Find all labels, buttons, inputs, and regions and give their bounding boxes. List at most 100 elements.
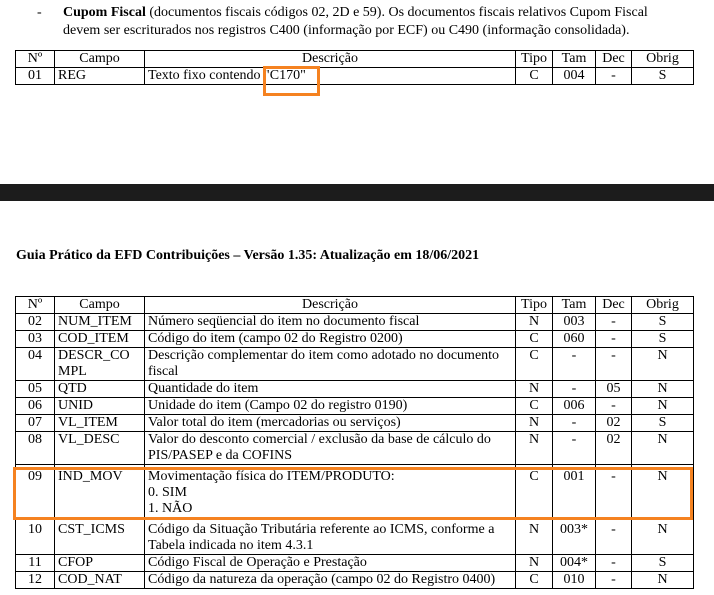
cell-tipo: N (515, 313, 553, 331)
header-dec: Dec (595, 296, 632, 314)
cell-tam: 001 (552, 464, 596, 518)
intro-line-1-text: (documentos fiscais códigos 02, 2D e 59)… (145, 5, 648, 20)
cell-dec: - (595, 571, 632, 589)
cell-tipo: N (515, 517, 553, 555)
cell-tam: - (552, 380, 596, 398)
cell-tipo: C (515, 347, 553, 381)
cell-campo: REG (54, 67, 145, 85)
cell-obrig: S (631, 554, 694, 572)
cell-obrig: S (631, 67, 694, 85)
cell-descricao: Código do item (campo 02 do Registro 020… (144, 330, 516, 348)
cell-n: 07 (15, 414, 55, 432)
cell-descricao-line: 1. NÃO (148, 501, 193, 516)
cell-dec: - (595, 554, 632, 572)
cell-n: 11 (15, 554, 55, 572)
cell-descricao: Número seqüencial do item no documento f… (144, 313, 516, 331)
header-descricao: Descrição (144, 296, 516, 314)
cell-obrig: N (631, 517, 694, 555)
cell-tam: 004 (552, 67, 596, 85)
table-header-row: Nº Campo Descrição Tipo Tam Dec Obrig (15, 296, 694, 314)
table-row: 08 VL_DESC Valor do desconto comercial /… (15, 431, 694, 465)
cell-obrig: N (631, 380, 694, 398)
cell-descricao-line: fiscal (148, 364, 179, 379)
cell-n: 06 (15, 397, 55, 415)
cell-n: 12 (15, 571, 55, 589)
table-row: 02 NUM_ITEM Número seqüencial do item no… (15, 313, 694, 331)
table-row: 03 COD_ITEM Código do item (campo 02 do … (15, 330, 694, 348)
cell-tam: - (552, 347, 596, 381)
cell-tipo: N (515, 380, 553, 398)
cell-obrig: N (631, 464, 694, 518)
header-obrig: Obrig (631, 296, 694, 314)
intro-line-1: Cupom Fiscal (documentos fiscais códigos… (63, 4, 648, 21)
cell-descricao: Descrição complementar do item como adot… (144, 347, 516, 381)
cell-tam: 003 (552, 313, 596, 331)
cell-dec: - (595, 313, 632, 331)
cell-descricao: Texto fixo contendo "C170" (144, 67, 516, 85)
table-row: 05 QTD Quantidade do item N - 05 N (15, 380, 694, 398)
cell-descricao: Unidade do item (Campo 02 do registro 01… (144, 397, 516, 415)
table-row: 10 CST_ICMS Código da Situação Tributári… (15, 517, 694, 555)
cell-n: 05 (15, 380, 55, 398)
cell-tipo: C (515, 67, 553, 85)
cell-obrig: N (631, 347, 694, 381)
cell-descricao: Código da natureza da operação (campo 02… (144, 571, 516, 589)
cell-campo-line: MPL (58, 364, 87, 379)
cell-campo: VL_DESC (54, 431, 145, 465)
cell-obrig: N (631, 397, 694, 415)
cell-obrig: S (631, 313, 694, 331)
cell-campo: NUM_ITEM (54, 313, 145, 331)
table-header-row: Nº Campo Descrição Tipo Tam Dec Obrig (15, 50, 694, 68)
cell-tam: 006 (552, 397, 596, 415)
header-tam: Tam (552, 296, 596, 314)
cell-descricao-line: Movimentação física do ITEM/PRODUTO: (148, 469, 395, 484)
cell-campo-line: DESCR_CO (58, 348, 130, 364)
header-tipo: Tipo (515, 50, 553, 68)
cell-n: 04 (15, 347, 55, 381)
cell-dec: 05 (595, 380, 632, 398)
table-row: 01 REG Texto fixo contendo "C170" C 004 … (15, 67, 694, 85)
cell-campo: IND_MOV (54, 464, 145, 518)
cell-descricao: Código da Situação Tributária referente … (144, 517, 516, 555)
cell-tipo: N (515, 414, 553, 432)
cell-tam: 060 (552, 330, 596, 348)
cell-tipo: C (515, 397, 553, 415)
header-obrig: Obrig (631, 50, 694, 68)
cell-dec: - (595, 397, 632, 415)
cell-campo: UNID (54, 397, 145, 415)
cell-tam: 003* (552, 517, 596, 555)
cell-n: 02 (15, 313, 55, 331)
cell-dec: - (595, 464, 632, 518)
cell-dec: 02 (595, 431, 632, 465)
header-dec: Dec (595, 50, 632, 68)
cell-campo: CFOP (54, 554, 145, 572)
cell-campo: VL_ITEM (54, 414, 145, 432)
table-row: 11 CFOP Código Fiscal de Operação e Pres… (15, 554, 694, 572)
page-separator-band (0, 184, 714, 201)
cell-descricao: Quantidade do item (144, 380, 516, 398)
cell-descricao-line: Valor do desconto comercial / exclusão d… (148, 432, 491, 448)
cell-descricao-line: Código da Situação Tributária referente … (148, 522, 495, 537)
cell-descricao-line: 0. SIM (148, 485, 187, 500)
table-row: 04 DESCR_CO MPL Descrição complementar do… (15, 347, 694, 381)
intro-line-2: devem ser escriturados nos registros C40… (63, 23, 630, 38)
cell-campo: COD_NAT (54, 571, 145, 589)
header-n: Nº (15, 296, 55, 314)
guide-title: Guia Prático da EFD Contribuições – Vers… (16, 248, 480, 263)
header-tipo: Tipo (515, 296, 553, 314)
table-row: 09 IND_MOV Movimentação física do ITEM/P… (15, 464, 694, 518)
cell-campo: CST_ICMS (54, 517, 145, 555)
cell-descricao-line: PIS/PASEP e da COFINS (148, 448, 293, 463)
table-row: 12 COD_NAT Código da natureza da operaçã… (15, 571, 694, 589)
cell-descricao-line: Tabela indicada no item 4.3.1 (148, 538, 314, 553)
cell-dec: 02 (595, 414, 632, 432)
table-row: 06 UNID Unidade do item (Campo 02 do reg… (15, 397, 694, 415)
cell-descricao: Valor do desconto comercial / exclusão d… (144, 431, 516, 465)
header-tam: Tam (552, 50, 596, 68)
header-n: Nº (15, 50, 55, 68)
cell-tam: - (552, 431, 596, 465)
cell-n: 09 (15, 464, 55, 518)
bullet-dash: - (37, 5, 42, 20)
cell-descricao: Código Fiscal de Operação e Prestação (144, 554, 516, 572)
cell-tipo: C (515, 464, 553, 518)
